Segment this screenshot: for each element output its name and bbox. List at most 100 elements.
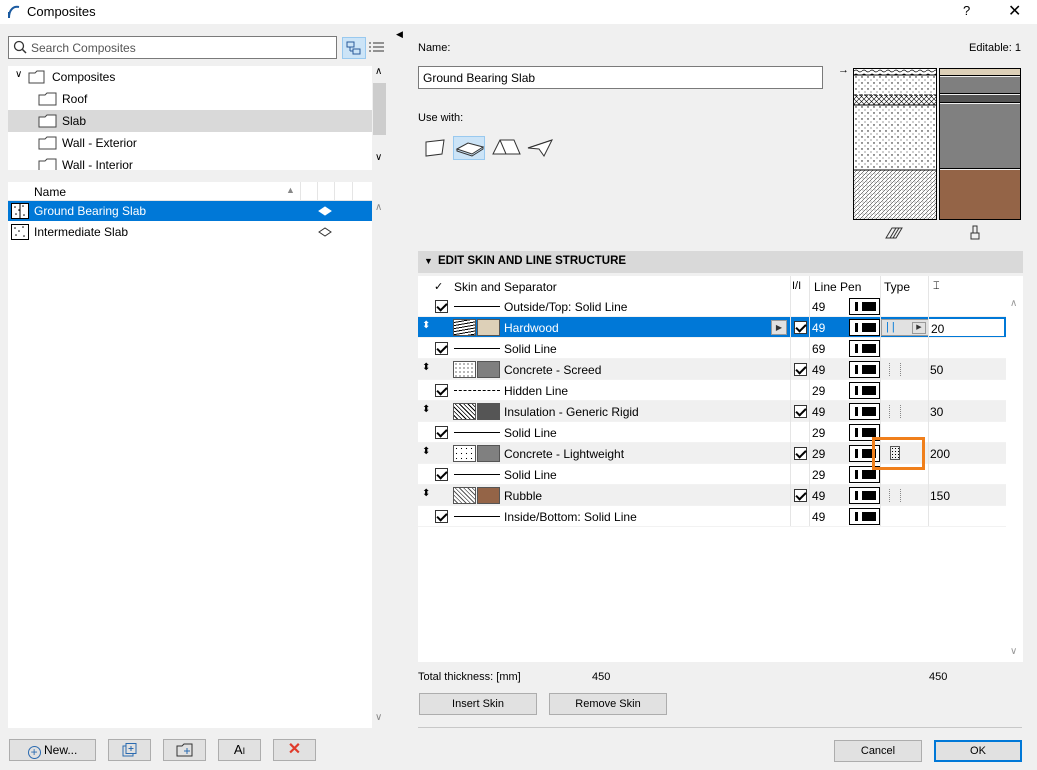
use-with-wall-button[interactable] bbox=[420, 136, 452, 160]
pen-swatch[interactable] bbox=[849, 403, 880, 420]
drag-handle-icon[interactable]: ⬍ bbox=[422, 446, 430, 457]
grid-row-skin-screed[interactable]: ⬍ Concrete - Screed 49 50 bbox=[418, 359, 1006, 380]
tree-view-button[interactable] bbox=[342, 37, 366, 59]
remove-skin-button[interactable]: Remove Skin bbox=[549, 693, 667, 715]
list-item-ground-bearing-slab[interactable]: Ground Bearing Slab bbox=[8, 201, 372, 221]
close-button[interactable]: ✕ bbox=[1008, 1, 1021, 21]
check-all-icon[interactable]: ✓ bbox=[434, 280, 443, 293]
new-button[interactable]: + New... bbox=[9, 739, 96, 761]
pen-number[interactable]: 29 bbox=[812, 426, 825, 440]
pen-number[interactable]: 29 bbox=[812, 468, 825, 482]
hatch-swatch[interactable] bbox=[453, 319, 476, 336]
pen-swatch[interactable] bbox=[849, 487, 880, 504]
skin-visible-checkbox[interactable] bbox=[794, 321, 807, 334]
scroll-up-icon[interactable]: ∧ bbox=[375, 202, 382, 213]
insert-skin-button[interactable]: Insert Skin bbox=[419, 693, 537, 715]
thickness-value[interactable]: 150 bbox=[930, 489, 950, 503]
name-field[interactable]: Ground Bearing Slab bbox=[418, 66, 823, 89]
thickness-value[interactable]: 200 bbox=[930, 447, 950, 461]
thickness-value[interactable]: 30 bbox=[930, 405, 943, 419]
tree-item-slab[interactable]: Slab bbox=[8, 110, 372, 132]
grid-row-line[interactable]: Hidden Line 29 bbox=[418, 380, 1006, 401]
pen-swatch[interactable] bbox=[849, 382, 880, 399]
pen-number[interactable]: 49 bbox=[812, 321, 825, 335]
line-visible-checkbox[interactable] bbox=[435, 384, 448, 397]
skin-type-selector[interactable]: | | ▶ bbox=[881, 319, 929, 336]
hatch-swatch[interactable] bbox=[453, 445, 476, 462]
pen-number[interactable]: 49 bbox=[812, 489, 825, 503]
duplicate-button[interactable] bbox=[108, 739, 151, 761]
collapse-icon[interactable]: ∨ bbox=[15, 69, 22, 80]
edit-skin-section-header[interactable]: ▼ EDIT SKIN AND LINE STRUCTURE bbox=[418, 251, 1023, 273]
pen-number[interactable]: 49 bbox=[812, 300, 825, 314]
skin-visible-checkbox[interactable] bbox=[794, 363, 807, 376]
skin-visible-checkbox[interactable] bbox=[794, 447, 807, 460]
panel-splitter[interactable]: ◀ bbox=[396, 24, 404, 770]
paint-brush-icon[interactable] bbox=[968, 225, 982, 241]
line-visible-checkbox[interactable] bbox=[435, 510, 448, 523]
grid-row-skin-hardwood[interactable]: ⬍ Hardwood ▶ 49 | | ▶ 20 bbox=[418, 317, 1006, 338]
list-scrollbar[interactable]: ∧ ∨ bbox=[372, 200, 387, 728]
delete-button[interactable]: ✕ bbox=[273, 739, 316, 761]
drag-handle-icon[interactable]: ⬍ bbox=[422, 404, 430, 415]
tree-root[interactable]: ∨ Composites bbox=[8, 66, 372, 88]
hatch-pattern-icon[interactable] bbox=[884, 226, 904, 240]
collapse-section-icon[interactable]: ▼ bbox=[424, 256, 433, 266]
new-folder-button[interactable] bbox=[163, 739, 206, 761]
list-view-button[interactable] bbox=[366, 37, 390, 59]
type-dropdown-icon[interactable]: ▶ bbox=[912, 322, 926, 334]
composite-list[interactable]: Name ▲ Ground Bearing Slab Intermediate … bbox=[8, 182, 372, 728]
line-visible-checkbox[interactable] bbox=[435, 300, 448, 313]
pen-number[interactable]: 69 bbox=[812, 342, 825, 356]
color-swatch[interactable] bbox=[477, 319, 500, 336]
drag-handle-icon[interactable]: ⬍ bbox=[422, 320, 430, 331]
rename-button[interactable]: AI bbox=[218, 739, 261, 761]
line-visible-checkbox[interactable] bbox=[435, 426, 448, 439]
grid-row-line[interactable]: Inside/Bottom: Solid Line 49 bbox=[418, 506, 1006, 527]
drag-handle-icon[interactable]: ⬍ bbox=[422, 362, 430, 373]
help-button[interactable]: ? bbox=[963, 3, 970, 18]
pen-number[interactable]: 49 bbox=[812, 510, 825, 524]
thickness-value[interactable]: 50 bbox=[930, 363, 943, 377]
collapse-left-icon[interactable]: ◀ bbox=[396, 29, 403, 40]
use-with-roof-button[interactable] bbox=[490, 136, 522, 160]
tree-item-wall-interior[interactable]: Wall - Interior bbox=[8, 154, 372, 170]
building-material-dropdown[interactable]: ▶ bbox=[771, 320, 787, 335]
use-with-slab-button[interactable] bbox=[453, 136, 485, 160]
hatch-swatch[interactable] bbox=[453, 361, 476, 378]
scroll-up-icon[interactable]: ∧ bbox=[375, 66, 382, 77]
tree-item-wall-exterior[interactable]: Wall - Exterior bbox=[8, 132, 372, 154]
grid-row-skin-insulation[interactable]: ⬍ Insulation - Generic Rigid 49 30 bbox=[418, 401, 1006, 422]
list-item-intermediate-slab[interactable]: Intermediate Slab bbox=[8, 222, 372, 242]
skin-visible-checkbox[interactable] bbox=[794, 489, 807, 502]
pen-swatch[interactable] bbox=[849, 508, 880, 525]
pen-swatch[interactable] bbox=[849, 361, 880, 378]
pen-swatch[interactable] bbox=[849, 340, 880, 357]
tree-item-roof[interactable]: Roof bbox=[8, 88, 372, 110]
pen-swatch[interactable] bbox=[849, 298, 880, 315]
pen-number[interactable]: 29 bbox=[812, 384, 825, 398]
grid-row-line[interactable]: Solid Line 69 bbox=[418, 338, 1006, 359]
line-visible-checkbox[interactable] bbox=[435, 342, 448, 355]
scroll-down-icon[interactable]: ∨ bbox=[1010, 646, 1017, 657]
grid-scrollbar[interactable]: ∧ ∨ bbox=[1006, 276, 1023, 662]
scroll-down-icon[interactable]: ∨ bbox=[375, 152, 382, 163]
color-swatch[interactable] bbox=[477, 487, 500, 504]
cancel-button[interactable]: Cancel bbox=[834, 740, 922, 762]
skin-type-icon[interactable] bbox=[889, 405, 901, 418]
color-swatch[interactable] bbox=[477, 445, 500, 462]
drag-handle-icon[interactable]: ⬍ bbox=[422, 488, 430, 499]
hatch-swatch[interactable] bbox=[453, 487, 476, 504]
search-input[interactable]: Search Composites bbox=[8, 36, 337, 59]
tree-scrollbar[interactable]: ∧ ∨ bbox=[372, 66, 387, 170]
ok-button[interactable]: OK bbox=[934, 740, 1022, 762]
pen-number[interactable]: 49 bbox=[812, 363, 825, 377]
skin-visible-checkbox[interactable] bbox=[794, 405, 807, 418]
color-swatch[interactable] bbox=[477, 403, 500, 420]
grid-row-line[interactable]: Outside/Top: Solid Line 49 bbox=[418, 296, 1006, 317]
scroll-thumb[interactable] bbox=[373, 83, 386, 135]
hatch-swatch[interactable] bbox=[453, 403, 476, 420]
skin-type-icon[interactable] bbox=[889, 363, 901, 376]
thickness-input[interactable]: 20 bbox=[928, 318, 1005, 337]
pen-swatch[interactable] bbox=[849, 319, 880, 336]
